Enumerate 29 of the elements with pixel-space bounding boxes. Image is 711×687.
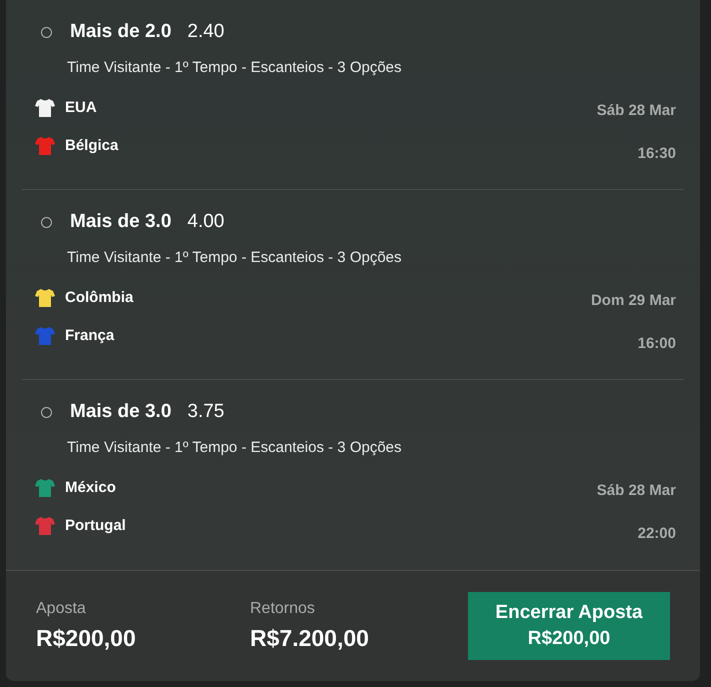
match-date: Sáb 28 Mar <box>596 481 676 501</box>
returns-label: Retornos <box>250 598 316 619</box>
match-date: Sáb 28 Mar <box>596 101 676 121</box>
match-time: 16:30 <box>638 144 676 164</box>
match-time: 22:00 <box>638 524 676 544</box>
cash-out-button[interactable]: Encerrar Aposta R$200,00 <box>468 592 670 660</box>
market-title: Mais de 3.0 <box>70 400 172 424</box>
market-description: Time Visitante - 1º Tempo - Escanteios - 3 Opções <box>67 58 403 78</box>
market-title: Mais de 3.0 <box>70 210 172 234</box>
odds: 4.00 <box>187 210 224 234</box>
team-name: México <box>65 478 116 498</box>
team-name: Bélgica <box>65 136 118 156</box>
match-time: 16:00 <box>638 334 676 354</box>
team-name: Colômbia <box>65 288 134 308</box>
odds: 2.40 <box>187 20 224 44</box>
market-description: Time Visitante - 1º Tempo - Escanteios - 3 Opções <box>67 248 403 268</box>
stake-amount: R$200,00 <box>36 624 137 653</box>
team-name: França <box>65 326 114 346</box>
market-title: Mais de 2.0 <box>70 20 172 44</box>
market-description: Time Visitante - 1º Tempo - Escanteios - 3 Opções <box>67 438 403 458</box>
stake-label: Aposta <box>36 598 87 619</box>
radio-button[interactable] <box>41 406 52 418</box>
radio-button[interactable] <box>41 26 52 38</box>
match-date: Dom 29 Mar <box>590 291 676 311</box>
radio-button[interactable] <box>41 216 52 228</box>
returns-amount: R$7.200,00 <box>250 624 370 653</box>
team-name: EUA <box>65 98 97 118</box>
odds: 3.75 <box>187 400 224 424</box>
team-name: Portugal <box>65 516 126 536</box>
